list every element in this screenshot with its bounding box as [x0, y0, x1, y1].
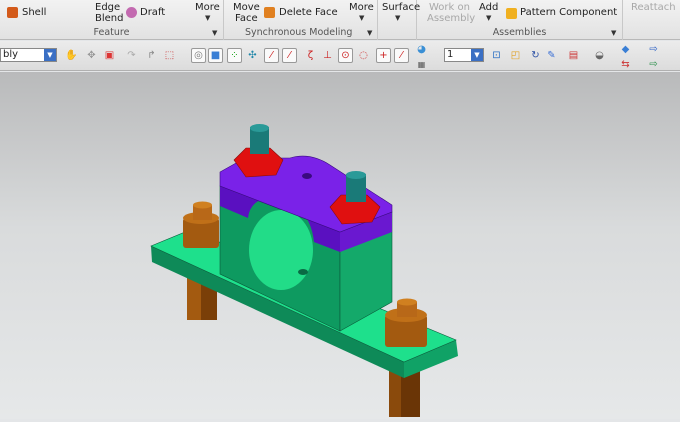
points-icon[interactable]: ⁘ — [227, 48, 242, 63]
layout-icon[interactable]: ▤ — [566, 48, 581, 63]
layer-value: 1 — [447, 49, 454, 60]
sync-group-label: Synchronous Modeling — [245, 27, 353, 38]
grid-icon[interactable]: ▦ — [414, 57, 429, 72]
select-tool-icon[interactable]: ✋ — [64, 48, 79, 63]
move-face-line2[interactable]: Face — [235, 13, 258, 24]
arc-center-icon[interactable]: ⊙ — [338, 48, 353, 63]
fit-view-icon[interactable]: ⊡ — [489, 48, 504, 63]
layer-dropdown[interactable]: 1 ▼ — [444, 48, 484, 62]
cube-view-icon[interactable]: ■ — [208, 48, 223, 63]
chevron-down-icon: ▼ — [205, 14, 211, 22]
3d-model[interactable] — [0, 72, 680, 419]
rectangle-select-icon[interactable]: ⬚ — [162, 48, 177, 63]
component-icon[interactable]: ⇨ — [646, 57, 661, 72]
edge-blend-button-line1[interactable]: Edge — [95, 2, 120, 13]
snap-settings-icon[interactable]: ◕ — [414, 42, 429, 57]
graphics-viewport[interactable] — [0, 72, 680, 419]
shaded-view-icon[interactable]: ◎ — [191, 48, 206, 63]
move-face-line1[interactable]: Move — [233, 2, 260, 13]
pattern-component-button[interactable]: Pattern Component — [520, 7, 617, 18]
chevron-down-icon: ▼ — [359, 14, 365, 22]
assembly-nav-icon[interactable]: ⇨ — [646, 42, 661, 57]
selection-mode-icon[interactable]: ▣ — [102, 48, 117, 63]
feature-group-label: Feature — [93, 27, 130, 38]
sync-modeling-group: Move Face Delete Face More ▼ Synchronous… — [225, 0, 378, 40]
snap-points-icon[interactable]: ✣ — [245, 48, 260, 63]
reattach-button[interactable]: Reattach — [631, 2, 676, 13]
ribbon: Shell Edge Blend Draft More ▼ Feature ▼ … — [0, 0, 680, 40]
draft-button[interactable]: Draft — [140, 7, 165, 18]
feature-more-button[interactable]: More — [195, 2, 220, 13]
add-button[interactable]: Add — [479, 2, 498, 13]
work-on-assembly-line2[interactable]: Assembly — [427, 13, 475, 24]
cap-oil-hole — [302, 173, 312, 179]
zoom-icon[interactable]: ◰ — [508, 48, 523, 63]
chevron-down-icon[interactable]: ▼ — [471, 49, 483, 61]
sync-more-button[interactable]: More — [349, 2, 374, 13]
chevron-down-icon[interactable]: ▼ — [44, 49, 56, 61]
path-icon[interactable]: ↱ — [144, 48, 159, 63]
surface-group: Surface ▼ — [378, 0, 420, 40]
point-on-surface-icon[interactable]: ⁄ — [394, 48, 409, 63]
constraint-icon[interactable]: ⇆ — [618, 57, 633, 72]
intersection-icon[interactable]: ⊥ — [320, 48, 335, 63]
shell-button[interactable]: Shell — [22, 7, 46, 18]
chevron-down-icon[interactable]: ▼ — [367, 29, 372, 37]
point-on-curve-icon[interactable]: + — [376, 48, 391, 63]
assemblies-group: Work on Assembly Add ▼ Pattern Component… — [417, 0, 623, 40]
snap-icon[interactable]: ✥ — [84, 48, 99, 63]
pattern-component-icon — [506, 8, 517, 19]
selection-filter-dropdown[interactable]: bly ▼ — [0, 48, 57, 62]
rotate-icon[interactable]: ↻ — [528, 48, 543, 63]
control-point-icon[interactable]: ζ — [303, 48, 318, 63]
chevron-down-icon: ▼ — [395, 14, 401, 22]
surface-button[interactable]: Surface — [382, 2, 420, 13]
pin-right-upper — [385, 298, 427, 347]
chevron-down-icon[interactable]: ▼ — [212, 29, 217, 37]
draft-icon — [126, 7, 137, 18]
delete-face-icon — [264, 7, 275, 18]
bore-hole — [249, 210, 313, 290]
edge-blend-button-line2[interactable]: Blend — [95, 13, 123, 24]
midpoint-icon[interactable]: ⁄ — [282, 48, 297, 63]
orient-view-icon[interactable]: ◆ — [618, 42, 633, 57]
chevron-down-icon: ▼ — [486, 14, 492, 22]
quadrant-icon[interactable]: ◌ — [356, 48, 371, 63]
work-on-assembly-line1[interactable]: Work on — [429, 2, 470, 13]
assemblies-group-label: Assemblies — [492, 27, 547, 38]
selection-filter-value: bly — [3, 49, 19, 60]
delete-face-button[interactable]: Delete Face — [279, 7, 338, 18]
render-style-icon[interactable]: ◒ — [592, 48, 607, 63]
chevron-down-icon[interactable]: ▼ — [611, 29, 616, 37]
shell-icon — [7, 7, 18, 18]
feature-group: Shell Edge Blend Draft More ▼ Feature ▼ — [0, 0, 224, 40]
oil-hole — [298, 269, 308, 275]
curve-rule-icon[interactable]: ↷ — [124, 48, 139, 63]
nut-left — [233, 124, 284, 178]
endpoint-icon[interactable]: ⁄ — [264, 48, 279, 63]
pin-left-upper — [183, 201, 219, 248]
pan-icon[interactable]: ✎ — [544, 48, 559, 63]
